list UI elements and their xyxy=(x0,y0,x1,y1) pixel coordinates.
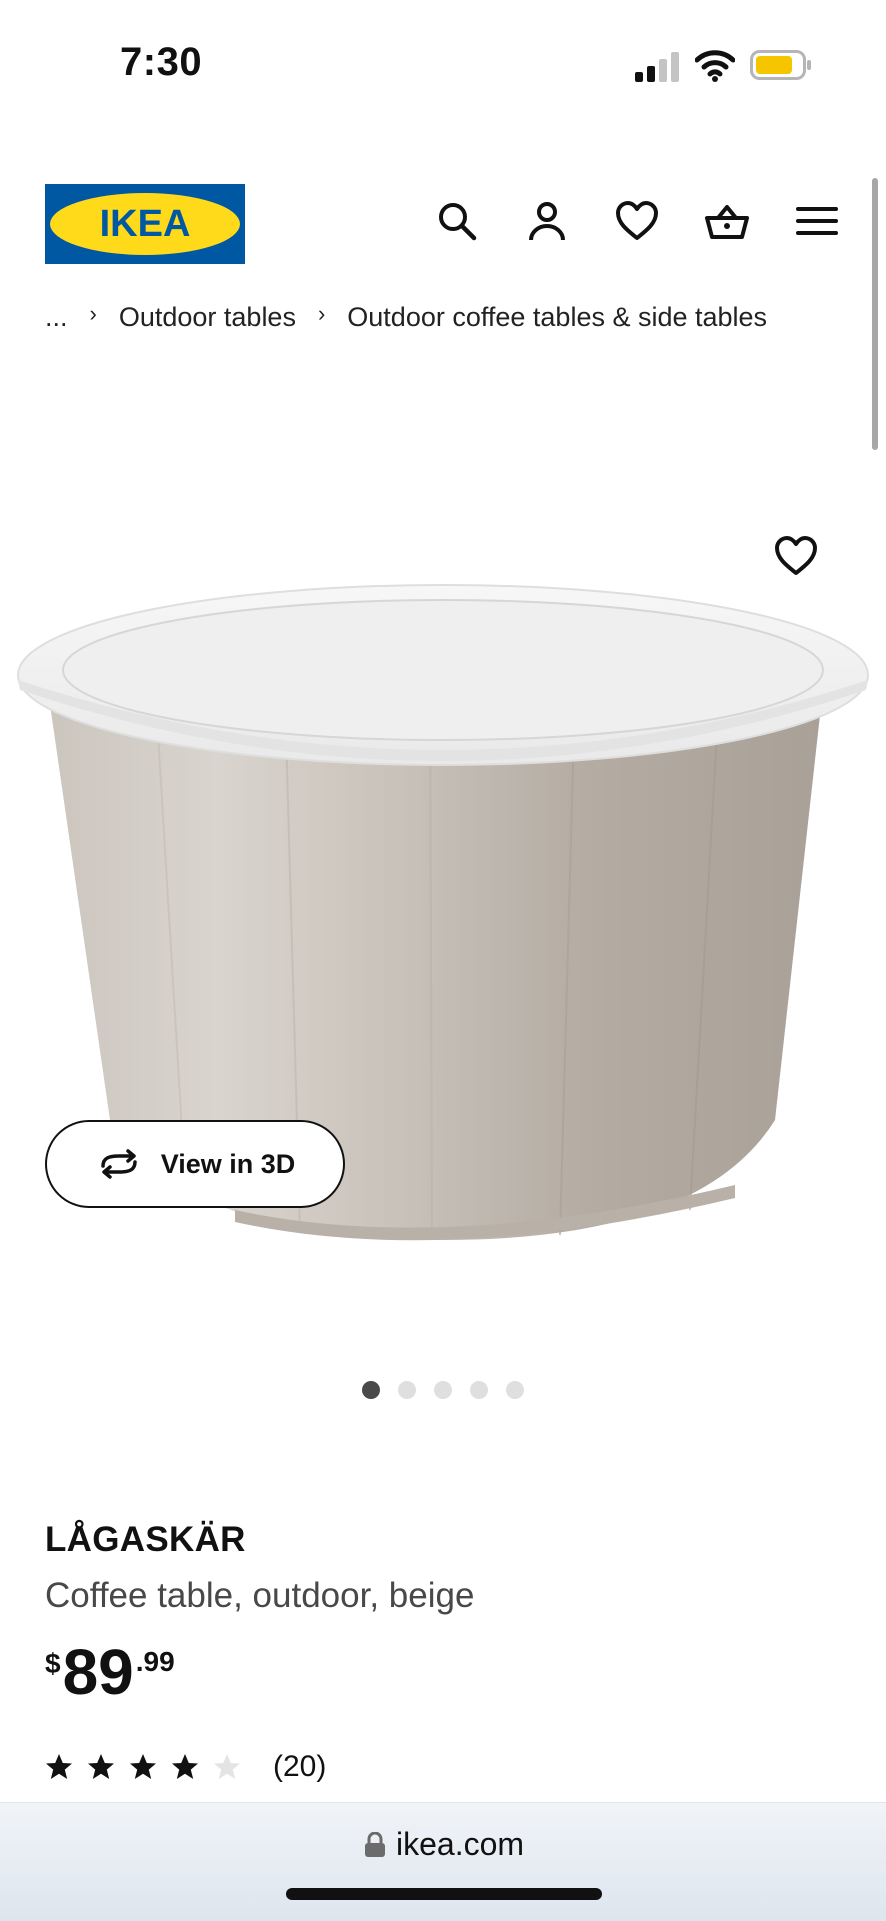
account-icon xyxy=(529,202,565,241)
carousel-dot-4[interactable] xyxy=(470,1381,488,1399)
battery-icon xyxy=(750,50,812,80)
wishlist-button[interactable] xyxy=(614,198,660,244)
menu-icon xyxy=(796,207,838,235)
save-to-wishlist-button[interactable] xyxy=(773,533,819,579)
ikea-logo[interactable]: IKEA xyxy=(45,184,245,264)
carousel-dot-2[interactable] xyxy=(398,1381,416,1399)
logo-text: IKEA xyxy=(100,203,191,245)
search-button[interactable] xyxy=(434,198,480,244)
heart-icon xyxy=(775,536,817,575)
star-filled-icon xyxy=(130,1754,156,1779)
url-display[interactable]: ikea.com xyxy=(364,1826,524,1863)
breadcrumb-item-coffee-side-tables[interactable]: Outdoor coffee tables & side tables xyxy=(347,302,767,333)
price-integer: 89 xyxy=(62,1636,134,1708)
breadcrumb-item-outdoor-tables[interactable]: Outdoor tables xyxy=(119,302,296,333)
star-filled-icon xyxy=(46,1754,72,1779)
status-time: 7:30 xyxy=(120,40,203,84)
carousel-dot-3[interactable] xyxy=(434,1381,452,1399)
home-indicator[interactable] xyxy=(286,1888,602,1900)
page-scrollbar[interactable] xyxy=(872,178,878,450)
search-icon xyxy=(439,203,477,241)
product-price: $ 89 .99 xyxy=(45,1640,175,1704)
carousel-dot-1[interactable] xyxy=(362,1381,380,1399)
breadcrumb: ... › Outdoor tables › Outdoor coffee ta… xyxy=(45,300,767,333)
chevron-right-icon: › xyxy=(89,300,97,326)
view-in-3d-button[interactable]: View in 3D xyxy=(45,1120,345,1208)
rotate-3d-icon xyxy=(100,1149,137,1179)
view-in-3d-label: View in 3D xyxy=(160,1148,296,1179)
star-empty-icon xyxy=(214,1754,240,1779)
carousel-dot-5[interactable] xyxy=(506,1381,524,1399)
product-name: LÅGASKÄR xyxy=(45,1520,246,1559)
menu-button[interactable] xyxy=(794,198,840,244)
price-decimal: .99 xyxy=(135,1646,175,1677)
chevron-right-icon: › xyxy=(317,300,326,326)
product-rating[interactable]: (20) xyxy=(45,1750,326,1784)
heart-icon xyxy=(616,201,658,240)
star-filled-icon xyxy=(88,1754,114,1779)
cart-button[interactable] xyxy=(704,198,750,244)
image-carousel-dots xyxy=(362,1381,524,1399)
wifi-icon xyxy=(694,48,736,82)
rating-count: (20) xyxy=(273,1750,327,1783)
star-filled-icon xyxy=(172,1754,198,1779)
breadcrumb-ellipsis[interactable]: ... xyxy=(45,302,68,333)
product-description: Coffee table, outdoor, beige xyxy=(45,1576,475,1615)
price-currency: $ xyxy=(45,1648,61,1679)
cart-icon xyxy=(705,205,749,239)
account-button[interactable] xyxy=(524,198,570,244)
url-text: ikea.com xyxy=(396,1826,525,1862)
cellular-signal-icon xyxy=(635,52,681,82)
lock-icon xyxy=(365,1831,385,1857)
